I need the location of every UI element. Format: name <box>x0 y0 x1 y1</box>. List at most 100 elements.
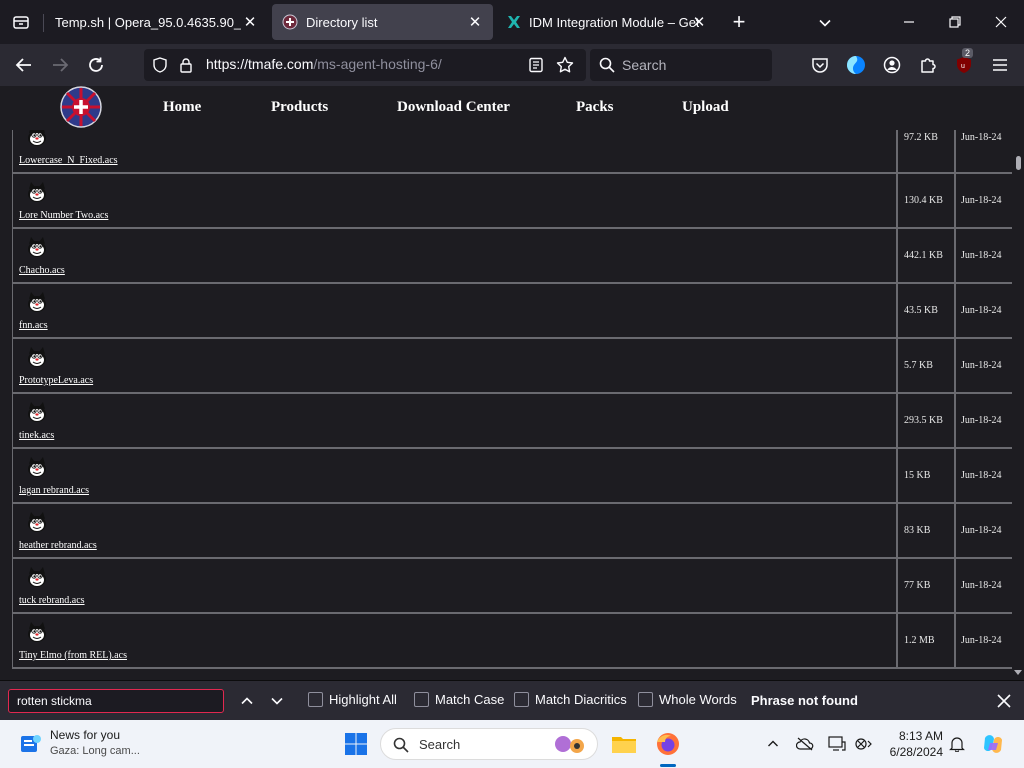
file-date: Jun-18-24 <box>961 415 1002 426</box>
search-bar[interactable]: Search <box>590 49 772 81</box>
back-button[interactable] <box>10 51 38 79</box>
restore-button[interactable] <box>940 8 970 36</box>
scroll-down-arrow-icon[interactable] <box>1014 668 1022 676</box>
site-nav-products[interactable]: Products <box>271 99 328 116</box>
highlight-all-checkbox[interactable]: Highlight All <box>308 692 397 707</box>
file-name-cell: Lore Number Two.acs <box>12 174 898 227</box>
find-input[interactable]: rotten stickma <box>8 689 224 713</box>
bell-icon <box>949 737 965 752</box>
taskbar-search[interactable]: Search <box>380 728 598 760</box>
onedrive-offline-icon[interactable] <box>794 733 816 755</box>
file-size: 15 KB <box>898 449 956 502</box>
file-name-cell: Tiny Elmo (from REL).acs <box>12 614 898 667</box>
file-download-link[interactable]: PrototypeLeva.acs <box>19 375 93 386</box>
address-bar[interactable]: https://tmafe.com/ms-agent-hosting-6/ <box>144 49 586 81</box>
app-menu-button[interactable] <box>986 51 1014 79</box>
list-all-tabs-button[interactable] <box>0 4 42 40</box>
match-diacritics-checkbox[interactable]: Match Diacritics <box>514 692 627 707</box>
svg-text:u: u <box>961 63 965 70</box>
ublock-button[interactable]: u 2 <box>950 48 978 79</box>
forward-button[interactable] <box>46 51 74 79</box>
copilot-button[interactable] <box>980 731 1006 757</box>
clock-date[interactable]: 6/28/2024 <box>880 745 943 759</box>
firefox-icon[interactable] <box>654 730 682 758</box>
windows-start-icon[interactable] <box>344 732 368 756</box>
highlight-all-label: Highlight All <box>329 692 397 707</box>
tab-idm-integration[interactable]: IDM Integration Module – Get t ✕ <box>497 4 717 40</box>
find-previous-button[interactable] <box>236 691 258 711</box>
file-download-link[interactable]: tuck rebrand.acs <box>19 595 85 606</box>
site-nav-download-center[interactable]: Download Center <box>397 99 510 116</box>
search-highlight-icon <box>555 736 584 753</box>
file-date: Jun-18-24 <box>961 525 1002 536</box>
display-tray-icon[interactable] <box>826 733 848 755</box>
file-row: tuck rebrand.acs 77 KB Jun-18-24 <box>12 559 1012 614</box>
file-download-link[interactable]: lagan rebrand.acs <box>19 485 89 496</box>
site-logo-icon[interactable] <box>60 86 102 128</box>
tab-directory-list[interactable]: Directory list ✕ <box>272 4 493 40</box>
search-icon <box>599 57 615 73</box>
page-content: Home Products Download Center Packs Uplo… <box>0 86 1024 680</box>
news-icon <box>21 735 41 752</box>
close-tab-icon[interactable]: ✕ <box>240 12 260 32</box>
tab-overflow-button[interactable] <box>812 10 838 36</box>
pocket-button[interactable] <box>806 51 834 79</box>
account-button[interactable] <box>878 51 906 79</box>
site-nav-upload[interactable]: Upload <box>682 99 729 116</box>
file-date: Jun-18-24 <box>961 470 1002 481</box>
file-download-link[interactable]: tinek.acs <box>19 430 54 441</box>
file-row: Lore Number Two.acs 130.4 KB Jun-18-24 <box>12 174 1012 229</box>
match-case-checkbox[interactable]: Match Case <box>414 692 504 707</box>
site-nav-packs[interactable]: Packs <box>576 99 614 116</box>
reload-button[interactable] <box>82 51 110 79</box>
tab-title: Temp.sh | Opera_95.0.4635.90_Setup <box>55 14 241 30</box>
checkbox-box <box>514 692 529 707</box>
file-row: heather rebrand.acs 83 KB Jun-18-24 <box>12 504 1012 559</box>
url-text[interactable]: https://tmafe.com/ms-agent-hosting-6/ <box>206 56 442 72</box>
close-find-bar-button[interactable] <box>993 690 1015 712</box>
extension-badge: 2 <box>962 48 974 58</box>
close-icon <box>997 694 1011 708</box>
taskbar-search-label: Search <box>419 737 461 752</box>
find-bar: rotten stickma Highlight All Match Case … <box>0 680 1024 720</box>
file-date: Jun-18-24 <box>961 195 1002 206</box>
whole-words-checkbox[interactable]: Whole Words <box>638 692 737 707</box>
file-download-link[interactable]: Tiny Elmo (from REL).acs <box>19 650 127 661</box>
close-icon <box>995 16 1007 28</box>
network-volume-tray-icon[interactable] <box>852 733 874 755</box>
extension-globe-icon <box>847 56 865 74</box>
file-download-link[interactable]: Lore Number Two.acs <box>19 210 108 221</box>
tab-temp-sh[interactable]: Temp.sh | Opera_95.0.4635.90_Setup ✕ <box>44 4 268 40</box>
minimize-button[interactable] <box>894 8 924 36</box>
close-tab-icon[interactable]: ✕ <box>689 12 709 32</box>
file-download-link[interactable]: heather rebrand.acs <box>19 540 97 551</box>
page-scrollbar[interactable] <box>1012 86 1024 680</box>
new-tab-button[interactable]: + <box>726 10 752 36</box>
file-name-cell: tinek.acs <box>12 394 898 447</box>
lock-icon[interactable] <box>178 57 194 73</box>
search-placeholder: Search <box>622 57 667 73</box>
search-icon <box>393 737 409 753</box>
extension-button[interactable] <box>842 51 870 79</box>
match-case-label: Match Case <box>435 692 505 707</box>
file-download-link[interactable]: fnn.acs <box>19 320 48 331</box>
extensions-button[interactable] <box>914 51 942 79</box>
bookmark-star-icon[interactable] <box>556 56 574 74</box>
scrollbar-thumb[interactable] <box>1016 156 1021 170</box>
file-download-link[interactable]: Lowercase_N_Fixed.acs <box>19 155 118 166</box>
reader-view-icon[interactable] <box>528 57 544 73</box>
file-download-link[interactable]: Chacho.acs <box>19 265 65 276</box>
close-tab-icon[interactable]: ✕ <box>465 12 485 32</box>
close-window-button[interactable] <box>986 8 1016 36</box>
clock-time[interactable]: 8:13 AM <box>893 729 943 743</box>
site-nav-home[interactable]: Home <box>163 99 201 116</box>
shield-icon[interactable] <box>152 57 168 73</box>
monitor-icon <box>828 736 846 751</box>
find-next-button[interactable] <box>266 691 288 711</box>
show-hidden-icons-button[interactable] <box>762 733 784 755</box>
notifications-button[interactable] <box>946 733 968 755</box>
site-navigation: Home Products Download Center Packs Uplo… <box>0 86 1012 130</box>
arrow-left-icon <box>15 58 31 72</box>
tab-title: Directory list <box>306 14 378 30</box>
file-explorer-icon[interactable] <box>610 730 638 758</box>
